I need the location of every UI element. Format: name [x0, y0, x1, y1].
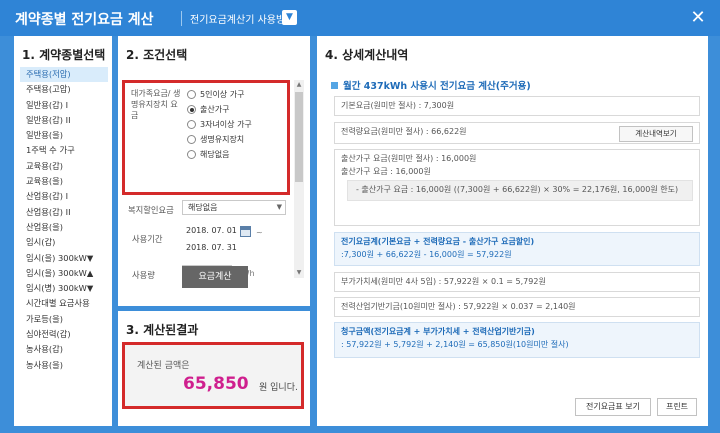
family-rate-radio-group: 5인이상 가구출산가구 3자녀이상 가구생명유지장치해당없음 — [187, 87, 252, 162]
detail-panel: 4. 상세계산내역 월간 437kWh 사용시 전기요금 계산(주거용) 기본요… — [317, 36, 708, 426]
birth-fee-text: 출산가구 요금 : 16,000원 — [341, 166, 431, 176]
fund-text: 전력산업기반기금(10원미만 절사) : 57,922원 × 0.037 = 2… — [341, 302, 576, 311]
scroll-down-icon[interactable]: ▼ — [294, 268, 304, 278]
contract-type-item[interactable]: 임시(병) 300kW▼ — [20, 281, 108, 296]
family-rate-option-label: 3자녀이상 가구 — [200, 120, 252, 129]
family-rate-option[interactable]: 출산가구 — [187, 102, 252, 117]
family-rate-option[interactable]: 생명유지장치 — [187, 132, 252, 147]
detail-subheading-text: 월간 437kWh 사용시 전기요금 계산(주거용) — [343, 81, 531, 92]
result-amount: 65,850 — [183, 374, 249, 394]
contract-type-list: 주택용(저압) 주택용(고압) 일반용(갑) I 일반용(갑) II 일반용(을) 1주택… — [20, 67, 108, 373]
base-fee-text: 기본요금(원미만 절사) : 7,300원 — [341, 101, 455, 110]
detail-heading: 4. 상세계산내역 — [325, 48, 409, 62]
radio-button-icon[interactable] — [187, 90, 196, 99]
calculate-button[interactable]: 요금계산 — [182, 266, 248, 288]
bill-title: 청구금액(전기요금계 + 부가가치세 + 전력산업기반기금) — [341, 327, 535, 336]
detail-subheading: 월간 437kWh 사용시 전기요금 계산(주거용) — [331, 78, 531, 92]
birth-discount-box: 출산가구 요금(원미만 절사) : 16,000원 출산가구 요금 : 16,0… — [334, 149, 700, 226]
period-separator: ~ — [256, 228, 263, 237]
contract-type-item[interactable]: 가로등(을) — [20, 312, 108, 327]
radio-button-icon[interactable] — [187, 150, 196, 159]
contract-type-item[interactable]: 시간대별 요금사용 — [20, 296, 108, 311]
contract-type-item[interactable]: 임시(을) 300kW▼ — [20, 251, 108, 266]
welfare-select-value: 해당없음 — [188, 203, 218, 212]
contract-type-item[interactable]: 주택용(고압) — [20, 82, 108, 97]
family-rate-option-label: 생명유지장치 — [200, 135, 245, 144]
result-panel: 3. 계산된결과 계산된 금액은 65,850 원 입니다. — [118, 311, 310, 426]
contract-type-heading: 1. 계약종별선택 — [22, 48, 106, 62]
close-button[interactable]: ✕ — [687, 7, 709, 29]
window-title: 계약종별 전기요금 계산 — [15, 12, 154, 28]
period-end-field[interactable]: 2018. 07. 31 — [182, 241, 237, 256]
result-box: 계산된 금액은 65,850 원 입니다. — [122, 342, 304, 409]
contract-type-item[interactable]: 교육용(갑) — [20, 159, 108, 174]
contract-type-item[interactable]: 농사용(을) — [20, 358, 108, 373]
radio-button-icon[interactable] — [187, 105, 196, 114]
contract-type-item[interactable]: 산업용(갑) I — [20, 189, 108, 204]
vat-box: 부가가치세(원미만 4사 5입) : 57,922원 × 0.1 = 5,792… — [334, 272, 700, 292]
title-bar: 계약종별 전기요금 계산 전기요금계산기 사용방법 ▼ ✕ — [0, 0, 720, 36]
family-rate-option-label: 해당없음 — [200, 150, 230, 159]
contract-type-item[interactable]: 1주택 수 가구 — [20, 143, 108, 158]
conditions-heading: 2. 조건선택 — [126, 48, 188, 62]
contract-type-item[interactable]: 산업용(갑) II — [20, 205, 108, 220]
contract-type-item[interactable]: 교육용(을) — [20, 174, 108, 189]
contract-type-panel: 1. 계약종별선택 주택용(저압) 주택용(고압) 일반용(갑) I 일반용(갑) I… — [14, 36, 112, 426]
result-label: 계산된 금액은 — [137, 361, 190, 371]
family-rate-label: 대가족요금/ 생명유지장치 요금 — [131, 89, 181, 120]
period-label: 사용기간 — [132, 234, 163, 244]
contract-type-item[interactable]: 일반용(갑) I — [20, 98, 108, 113]
help-link[interactable]: 전기요금계산기 사용방법 — [181, 11, 294, 26]
print-button[interactable]: 프린트 — [657, 398, 697, 416]
family-rate-option[interactable]: 3자녀이상 가구 — [187, 117, 252, 132]
contract-type-item[interactable]: 산업용(을) — [20, 220, 108, 235]
bill-value: : 57,922원 + 5,792원 + 2,140원 = 65,850원(10… — [341, 339, 569, 349]
welfare-select[interactable]: 해당없음 ▼ — [182, 200, 286, 215]
contract-type-item[interactable]: 임시(을) 300kW▲ — [20, 266, 108, 281]
conditions-scrollbar[interactable]: ▲ ▼ — [294, 80, 304, 278]
contract-type-item[interactable]: 일반용(을) — [20, 128, 108, 143]
total-title: 전기요금계(기본요금 + 전력량요금 - 출산가구 요금할인) — [341, 237, 535, 246]
bill-box: 청구금액(전기요금계 + 부가가치세 + 전력산업기반기금) : 57,922원… — [334, 322, 700, 358]
result-unit-text: 원 입니다. — [259, 383, 298, 393]
contract-type-item[interactable]: 심야전력(갑) — [20, 327, 108, 342]
contract-type-item[interactable]: 임시(갑) — [20, 235, 108, 250]
bullet-square-icon — [331, 82, 338, 89]
total-value: :7,300원 + 66,622원 - 16,000원 = 57,922원 — [341, 249, 512, 259]
vat-text: 부가가치세(원미만 4사 5입) : 57,922원 × 0.1 = 5,792… — [341, 277, 546, 286]
family-rate-option-label: 출산가구 — [200, 105, 230, 114]
scroll-up-icon[interactable]: ▲ — [294, 80, 304, 90]
chevron-down-icon: ▼ — [276, 203, 282, 211]
result-heading: 3. 계산된결과 — [126, 323, 199, 337]
total-box: 전기요금계(기본요금 + 전력량요금 - 출산가구 요금할인) :7,300원 … — [334, 232, 700, 266]
fund-box: 전력산업기반기금(10원미만 절사) : 57,922원 × 0.037 = 2… — [334, 297, 700, 317]
calendar-icon[interactable] — [240, 226, 251, 237]
welfare-label: 복지할인요금 — [128, 205, 174, 215]
radio-button-icon[interactable] — [187, 120, 196, 129]
family-rate-option[interactable]: 5인이상 가구 — [187, 87, 252, 102]
usage-label: 사용량 — [132, 270, 155, 280]
family-rate-option[interactable]: 해당없음 — [187, 147, 252, 162]
contract-type-item[interactable]: 일반용(갑) II — [20, 113, 108, 128]
contract-type-item[interactable]: 농사용(갑) — [20, 342, 108, 357]
rate-table-button[interactable]: 전기요금표 보기 — [575, 398, 651, 416]
base-fee-box: 기본요금(원미만 절사) : 7,300원 — [334, 96, 700, 116]
scroll-thumb[interactable] — [295, 92, 303, 182]
radio-button-icon[interactable] — [187, 135, 196, 144]
chevron-down-icon[interactable]: ▼ — [282, 10, 297, 25]
birth-discount-text: 출산가구 요금(원미만 절사) : 16,000원 — [341, 154, 477, 163]
energy-fee-box: 전력량요금(원미만 절사) : 66,622원 계산내역보기 — [334, 122, 700, 144]
birth-fee-note: - 출산가구 요금 : 16,000원 ((7,300원 + 66,622원) … — [347, 180, 693, 201]
family-rate-option-label: 5인이상 가구 — [200, 90, 245, 99]
view-calc-detail-button[interactable]: 계산내역보기 — [619, 126, 693, 142]
family-rate-options: 대가족요금/ 생명유지장치 요금 5인이상 가구출산가구 3자녀이상 가구생명유지… — [122, 80, 290, 195]
contract-type-item[interactable]: 주택용(저압) — [20, 67, 108, 83]
period-start-field[interactable]: 2018. 07. 01 — [182, 224, 237, 239]
